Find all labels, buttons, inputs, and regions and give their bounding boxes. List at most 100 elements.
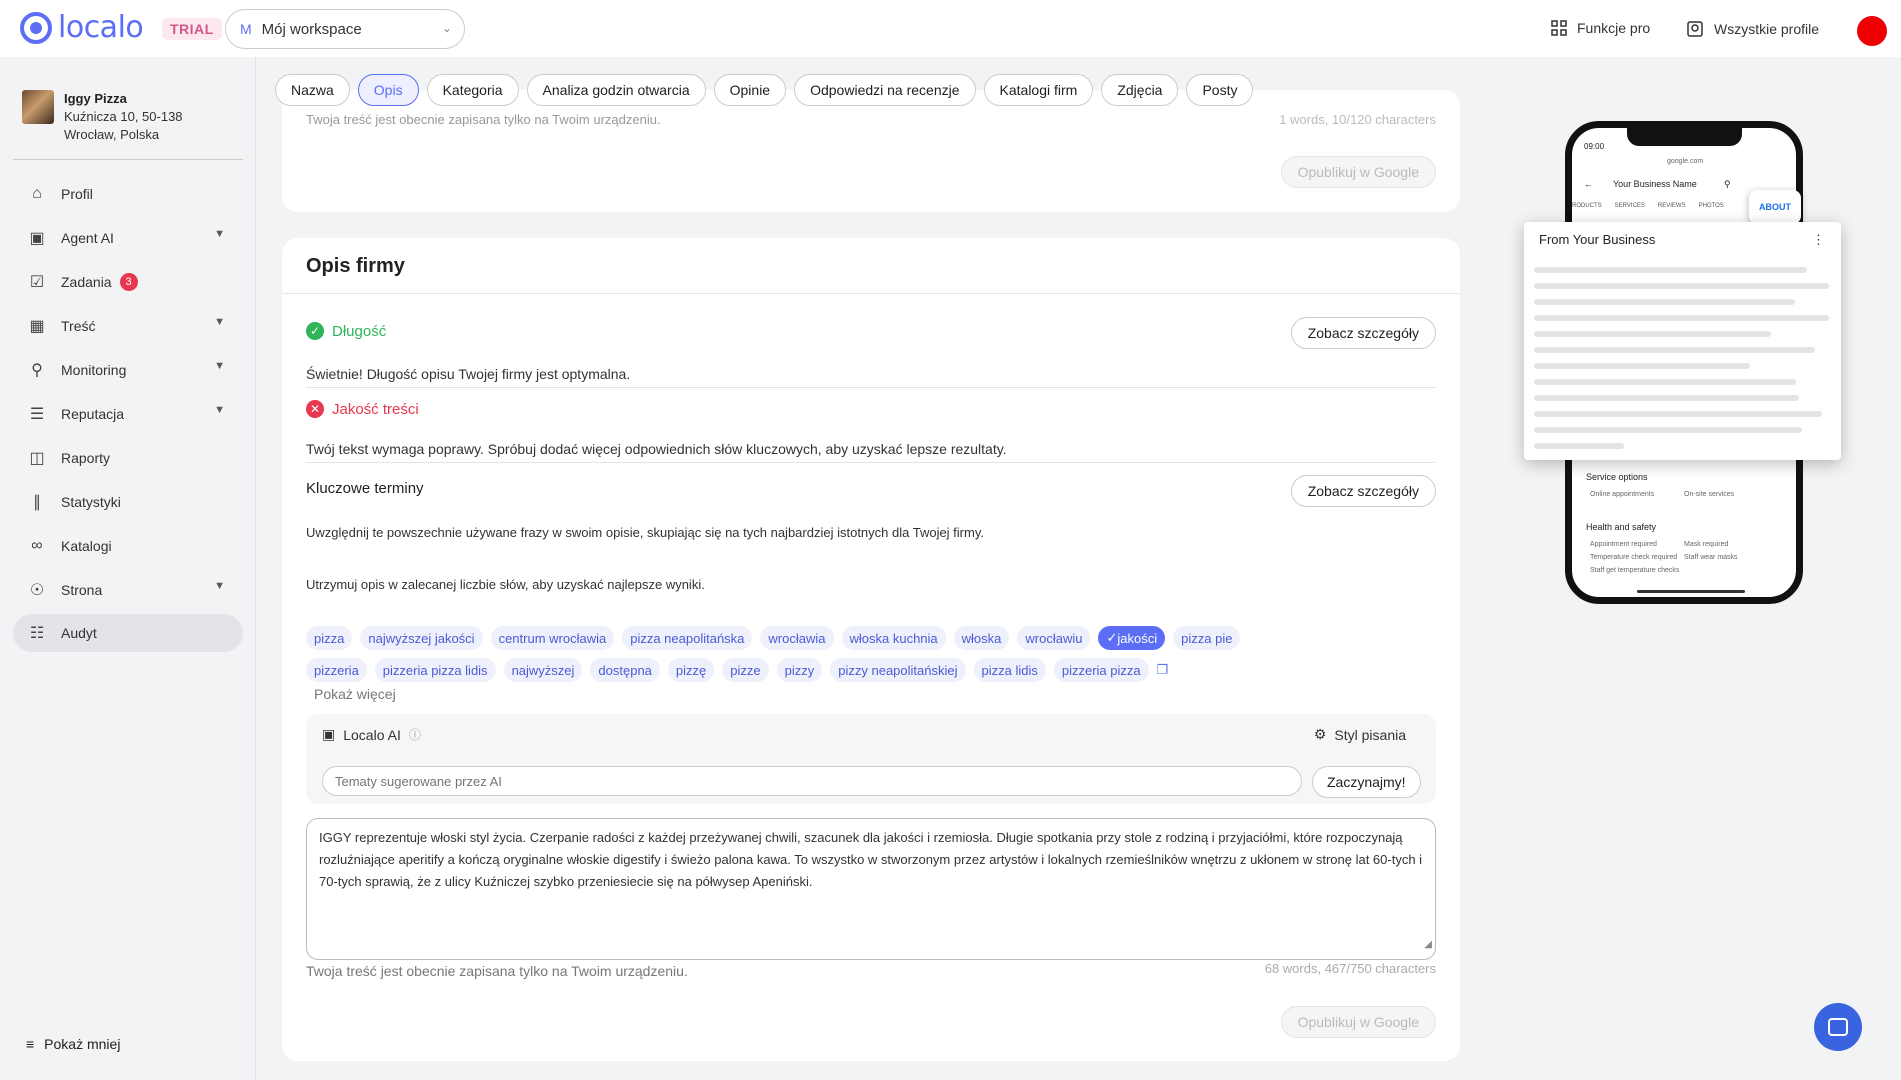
sidebar-item-audyt[interactable]: ☷ Audyt [13, 614, 243, 652]
show-more-link[interactable]: Pokaż więcej [314, 686, 396, 702]
ai-start-button[interactable]: Zaczynajmy! [1312, 766, 1421, 798]
keyword-chip[interactable]: pizze [722, 658, 769, 682]
sidebar-item-raporty[interactable]: ◫ Raporty [13, 439, 243, 477]
placeholder-line [1534, 443, 1624, 449]
keyword-chip[interactable]: włoska kuchnia [841, 626, 946, 650]
length-details-button[interactable]: Zobacz szczegóły [1290, 317, 1436, 349]
sidebar: Iggy Pizza Kuźnicza 10, 50-138 Wrocław, … [0, 57, 256, 1080]
tab-kategoria[interactable]: Kategoria [426, 74, 519, 106]
sidebar-item-katalogi[interactable]: ∞ Katalogi [13, 527, 243, 565]
ai-label: Localo AI [343, 726, 401, 743]
sidebar-item-label: Raporty [61, 450, 111, 466]
chevron-down-icon: ▼ [214, 404, 225, 416]
staff-masks: Staff wear masks [1684, 554, 1738, 561]
keyword-chip[interactable]: pizzę [667, 658, 715, 682]
pro-features-link[interactable]: Funkcje pro [1551, 20, 1650, 36]
keyword-chip[interactable]: pizzy [776, 658, 823, 682]
keyword-chip-selected[interactable]: ✓ jakości [1098, 626, 1166, 650]
chart-icon: ∥ [33, 494, 41, 511]
ai-topics-input[interactable] [322, 766, 1302, 796]
review-icon: ☰ [29, 406, 45, 423]
sidebar-item-label: Profil [61, 186, 93, 202]
tab-opis[interactable]: Opis [357, 74, 419, 106]
keyword-chip[interactable]: dostępna [590, 658, 660, 682]
sidebar-item-label: Statystyki [61, 494, 121, 510]
phone-notch [1627, 126, 1742, 146]
robot-icon: ▣ [29, 230, 45, 247]
keyword-chip[interactable]: pizza lidis [973, 658, 1046, 682]
chevron-down-icon: ▼ [214, 580, 225, 592]
keyword-chip[interactable]: pizzeria pizza [1053, 658, 1149, 682]
calendar-icon: ▦ [29, 318, 45, 335]
keyword-chip[interactable]: wrocławiu [1017, 626, 1091, 650]
sidebar-item-agent-ai[interactable]: ▣ Agent AI ▼ [13, 219, 243, 257]
sidebar-item-tresc[interactable]: ▦ Treść ▼ [13, 307, 243, 345]
tab-zdjecia[interactable]: Zdjęcia [1101, 74, 1179, 106]
workspace-name: Mój workspace [261, 20, 362, 38]
sidebar-item-strona[interactable]: ☉ Strona ▼ [13, 571, 243, 609]
show-less-button[interactable]: ≡ Pokaż mniej [26, 1036, 120, 1052]
sidebar-item-profil[interactable]: ⌂ Profil [13, 175, 243, 213]
copy-icon[interactable]: ❐ [1157, 658, 1169, 682]
appointment-required: Appointment required [1590, 541, 1657, 548]
placeholder-line [1534, 427, 1802, 433]
workspace-selector[interactable]: M Mój workspace ⌄ [225, 9, 465, 49]
robot-icon: ▣ [322, 726, 336, 742]
user-avatar[interactable] [1857, 16, 1887, 46]
business-info[interactable]: Iggy Pizza Kuźnicza 10, 50-138 Wrocław, … [22, 90, 183, 144]
logo-icon [20, 11, 52, 44]
description-textarea[interactable]: IGGY reprezentuje włoski styl życia. Cze… [306, 818, 1436, 960]
keyword-chip[interactable]: pizzeria [306, 658, 367, 682]
keyword-chip[interactable]: pizzy neapolitańskiej [830, 658, 966, 682]
publish-button[interactable]: Opublikuj w Google [1280, 1006, 1436, 1038]
all-profiles-label: Wszystkie profile [1714, 21, 1820, 37]
tab-analiza-godzin[interactable]: Analiza godzin otwarcia [526, 74, 706, 106]
keyword-chip[interactable]: pizza neapolitańska [622, 626, 753, 650]
keyword-chip[interactable]: najwyższej [503, 658, 583, 682]
home-indicator [1637, 590, 1745, 593]
keyword-chip[interactable]: centrum wrocławia [490, 626, 615, 650]
phone-about-tab: ABOUT [1749, 190, 1801, 224]
tab-katalogi-firm[interactable]: Katalogi firm [983, 74, 1094, 106]
save-note: Twoja treść jest obecnie zapisana tylko … [306, 963, 688, 979]
tab-opinie[interactable]: Opinie [713, 74, 787, 106]
placeholder-line [1534, 411, 1822, 417]
profiles-icon [1687, 21, 1703, 37]
sidebar-item-statystyki[interactable]: ∥ Statystyki [13, 483, 243, 521]
name-publish-button[interactable]: Opublikuj w Google [1280, 156, 1436, 188]
temperature-check: Temperature check required [1590, 554, 1678, 561]
sidebar-item-label: Monitoring [61, 362, 127, 378]
quality-text: Twój tekst wymaga poprawy. Spróbuj dodać… [306, 441, 1007, 457]
keyword-chip-label: jakości [1117, 630, 1158, 646]
chevron-down-icon: ▼ [214, 228, 225, 240]
keyword-chip[interactable]: pizzeria pizza lidis [374, 658, 496, 682]
keyword-chip[interactable]: wrocławia [760, 626, 834, 650]
tab-odpowiedzi[interactable]: Odpowiedzi na recenzje [794, 74, 976, 106]
resize-handle-icon[interactable]: ◢ [1424, 934, 1432, 956]
tab-nazwa[interactable]: Nazwa [275, 74, 350, 106]
tasks-count-badge: 3 [119, 273, 138, 291]
sidebar-item-zadania[interactable]: ☑ Zadania 3 [13, 263, 243, 301]
length-label: Długość [332, 322, 387, 340]
sidebar-divider [13, 159, 243, 160]
keyword-chip[interactable]: pizza [306, 626, 353, 650]
tab-posty[interactable]: Posty [1186, 74, 1254, 106]
sidebar-item-reputacja[interactable]: ☰ Reputacja ▼ [13, 395, 243, 433]
keyword-chip[interactable]: pizza pie [1173, 626, 1241, 650]
keywords-details-button[interactable]: Zobacz szczegóły [1290, 475, 1436, 507]
all-profiles-link[interactable]: Wszystkie profile [1686, 20, 1819, 38]
online-appointments: Online appointments [1590, 491, 1655, 498]
chevron-down-icon: ⌄ [441, 21, 452, 35]
divider [306, 387, 1436, 388]
keyword-chip[interactable]: włoska [953, 626, 1010, 650]
help-icon[interactable]: ⓘ [409, 726, 421, 743]
keyword-chip[interactable]: najwyższej jakości [360, 626, 483, 650]
chat-support-button[interactable] [1814, 1003, 1862, 1051]
logo[interactable]: localo [20, 10, 144, 45]
keywords-text-1: Uwzględnij te powszechnie używane frazy … [306, 525, 984, 540]
phone-tab: RODUCTS [1572, 203, 1602, 209]
writing-style-button[interactable]: ⚙ Styl pisania [1314, 726, 1406, 743]
phone-tab: PHOTOS [1698, 203, 1724, 209]
service-options-heading: Service options [1586, 472, 1648, 482]
sidebar-item-monitoring[interactable]: ⚲ Monitoring ▼ [13, 351, 243, 389]
